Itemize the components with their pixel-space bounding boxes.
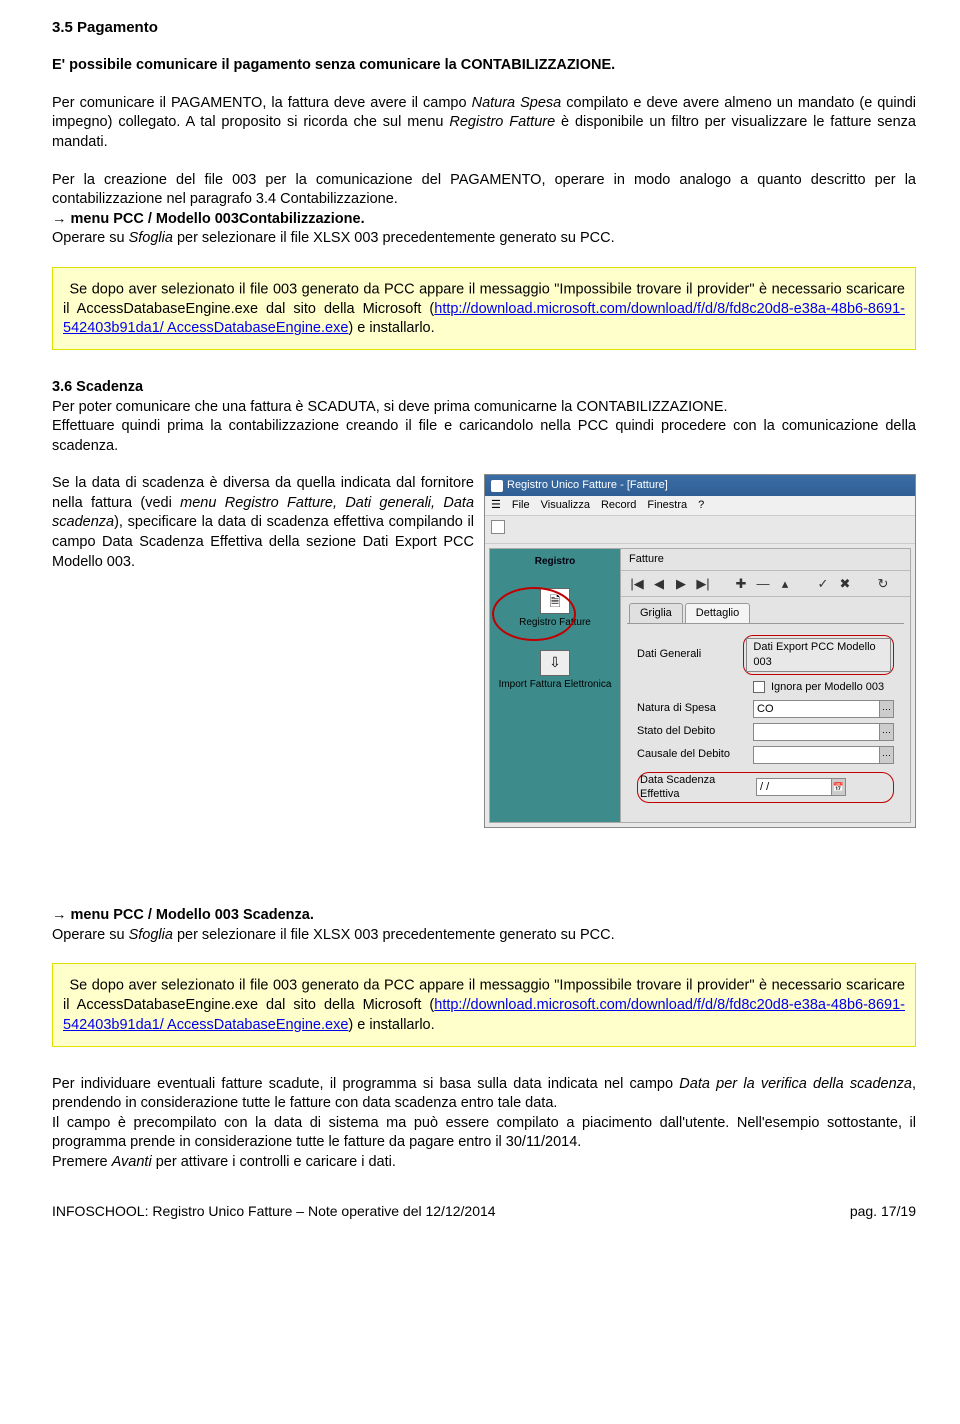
input-stato-debito[interactable]: ⋯: [753, 723, 894, 741]
menubar: ☰ File Visualizza Record Finestra ?: [485, 496, 915, 516]
split-container: Registro 🗎 Registro Fatture ⇩ Import Fat…: [489, 548, 911, 823]
warn1-tail: ) e installarlo.: [348, 320, 434, 336]
checkbox-ignora[interactable]: [753, 681, 765, 693]
add-icon[interactable]: ✚: [733, 575, 749, 593]
label-stato-debito: Stato del Debito: [637, 724, 753, 739]
label-data-scadenza-effettiva: Data Scadenza Effettiva: [640, 773, 756, 803]
pagamento-para1: Per comunicare il PAGAMENTO, la fattura …: [52, 94, 916, 153]
main-panel: Fatture |◀ ◀ ▶ ▶| ✚ — ▴ ✓ ✖ ↻: [620, 549, 910, 822]
registro-fatture: Registro Fatture: [449, 114, 555, 130]
input-natura-spesa[interactable]: CO⋯: [753, 700, 894, 718]
natura-spesa: Natura Spesa: [472, 95, 562, 111]
data-verifica: Data per la verifica della scadenza: [679, 1076, 912, 1092]
pagamento-intro: E' possibile comunicare il pagamento sen…: [52, 56, 916, 76]
text: ), specificare la data di scadenza effet…: [52, 514, 474, 569]
window-titlebar: Registro Unico Fatture - [Fatture]: [485, 475, 915, 496]
sub-toolbar: [485, 516, 915, 544]
panel-title: Fatture: [621, 549, 910, 571]
scad-p1: Per poter comunicare che una fattura è S…: [52, 398, 916, 418]
avanti: Avanti: [112, 1154, 152, 1170]
label-dati-generali: Dati Generali: [637, 647, 743, 662]
tab-row: Griglia Dettaglio: [621, 597, 910, 623]
page-footer: INFOSCHOOL: Registro Unico Fatture – Not…: [52, 1202, 916, 1221]
row-data-scadenza-effettiva: Data Scadenza Effettiva / /📅: [637, 772, 894, 804]
menu-help[interactable]: ?: [698, 498, 704, 513]
dropdown-icon[interactable]: ⋯: [879, 724, 893, 740]
confirm-icon[interactable]: ✓: [815, 575, 831, 593]
row-ignora: Ignora per Modello 003: [637, 680, 894, 695]
after-para-a: Per individuare eventuali fatture scadut…: [52, 1075, 916, 1114]
toolbar-button-icon[interactable]: [491, 520, 505, 534]
tab-griglia[interactable]: Griglia: [629, 603, 683, 623]
text: per selezionare il file XLSX 003 precede…: [173, 230, 615, 246]
input-data-scadenza-effettiva[interactable]: / /📅: [756, 778, 846, 796]
sidebar: Registro 🗎 Registro Fatture ⇩ Import Fat…: [490, 549, 620, 822]
input-causale-debito[interactable]: ⋯: [753, 746, 894, 764]
row-causale-debito: Causale del Debito ⋯: [637, 746, 894, 764]
warn2-tail: ) e installarlo.: [348, 1017, 434, 1033]
window-title: Registro Unico Fatture - [Fatture]: [507, 478, 668, 493]
nav-last-icon[interactable]: ▶|: [695, 575, 711, 593]
scad-menu-line: → menu PCC / Modello 003 Scadenza.: [52, 906, 916, 926]
sidebar-label: Import Fattura Elettronica: [499, 678, 612, 692]
up-icon[interactable]: ▴: [777, 575, 793, 593]
cancel-icon[interactable]: ✖: [837, 575, 853, 593]
text: per attivare i controlli e caricare i da…: [152, 1154, 396, 1170]
label-natura-spesa: Natura di Spesa: [637, 701, 753, 716]
remove-icon[interactable]: —: [755, 575, 771, 593]
sfoglia: Sfoglia: [129, 230, 173, 246]
scad-p5: Operare su Sfoglia per selezionare il fi…: [52, 926, 916, 946]
app-icon: [491, 480, 503, 492]
nav-first-icon[interactable]: |◀: [629, 575, 645, 593]
text: per selezionare il file XLSX 003 precede…: [173, 927, 615, 943]
warning-box-1: Se dopo aver selezionato il file 003 gen…: [52, 267, 916, 350]
calendar-icon[interactable]: 📅: [831, 779, 845, 795]
text: Operare su: [52, 230, 129, 246]
sidebar-heading: Registro: [535, 555, 576, 569]
menu-finestra[interactable]: Finestra: [647, 498, 687, 513]
menu-visualizza[interactable]: Visualizza: [541, 498, 590, 513]
row-stato-debito: Stato del Debito ⋯: [637, 723, 894, 741]
label-ignora: Ignora per Modello 003: [771, 680, 884, 695]
sidebar-item-import-fattura[interactable]: ⇩ Import Fattura Elettronica: [499, 650, 612, 692]
pagamento-menu-line: → menu PCC / Modello 003Contabilizzazion…: [52, 210, 916, 230]
footer-right: pag. 17/19: [850, 1202, 916, 1221]
text: Per comunicare il PAGAMENTO, la fattura …: [52, 95, 472, 111]
sidebar-item-registro-fatture[interactable]: 🗎 Registro Fatture: [519, 588, 591, 630]
app-screenshot: Registro Unico Fatture - [Fatture] ☰ Fil…: [484, 474, 916, 828]
form-area: Dati Generali Dati Export PCC Modello 00…: [627, 623, 904, 822]
dropdown-icon[interactable]: ⋯: [879, 747, 893, 763]
row-natura-spesa: Natura di Spesa CO⋯: [637, 700, 894, 718]
scad-p2: Effettuare quindi prima la contabilizzaz…: [52, 417, 916, 456]
sfoglia: Sfoglia: [129, 927, 173, 943]
text: Per individuare eventuali fatture scadut…: [52, 1076, 679, 1092]
menu-file[interactable]: File: [512, 498, 530, 513]
refresh-icon[interactable]: ↻: [875, 575, 891, 593]
footer-left: INFOSCHOOL: Registro Unico Fatture – Not…: [52, 1202, 496, 1221]
after-para-b: Il campo è precompilato con la data di s…: [52, 1114, 916, 1153]
button-dati-export[interactable]: Dati Export PCC Modello 003: [746, 638, 891, 672]
warning-box-2: Se dopo aver selezionato il file 003 gen…: [52, 963, 916, 1046]
label-causale-debito: Causale del Debito: [637, 747, 753, 762]
nav-next-icon[interactable]: ▶: [673, 575, 689, 593]
pagamento-para2-line1: Per la creazione del file 003 per la com…: [52, 171, 916, 210]
nav-prev-icon[interactable]: ◀: [651, 575, 667, 593]
menu-icon[interactable]: ☰: [491, 498, 501, 513]
import-icon: ⇩: [540, 650, 570, 676]
document-icon: 🗎: [540, 588, 570, 614]
section-heading-pagamento: 3.5 Pagamento: [52, 18, 916, 38]
menu-record[interactable]: Record: [601, 498, 636, 513]
record-toolbar: |◀ ◀ ▶ ▶| ✚ — ▴ ✓ ✖ ↻: [621, 571, 910, 598]
sidebar-label: Registro Fatture: [519, 616, 591, 630]
tab-dettaglio[interactable]: Dettaglio: [685, 603, 750, 623]
text: Premere: [52, 1154, 112, 1170]
row-dati-generali: Dati Generali Dati Export PCC Modello 00…: [637, 635, 894, 675]
after-para-c: Premere Avanti per attivare i controlli …: [52, 1153, 916, 1173]
pagamento-para2-line3: Operare su Sfoglia per selezionare il fi…: [52, 229, 916, 249]
text: Operare su: [52, 927, 129, 943]
red-round-annotation: Dati Export PCC Modello 003: [743, 635, 894, 675]
dropdown-icon[interactable]: ⋯: [879, 701, 893, 717]
section-heading-scadenza: 3.6 Scadenza: [52, 378, 916, 398]
